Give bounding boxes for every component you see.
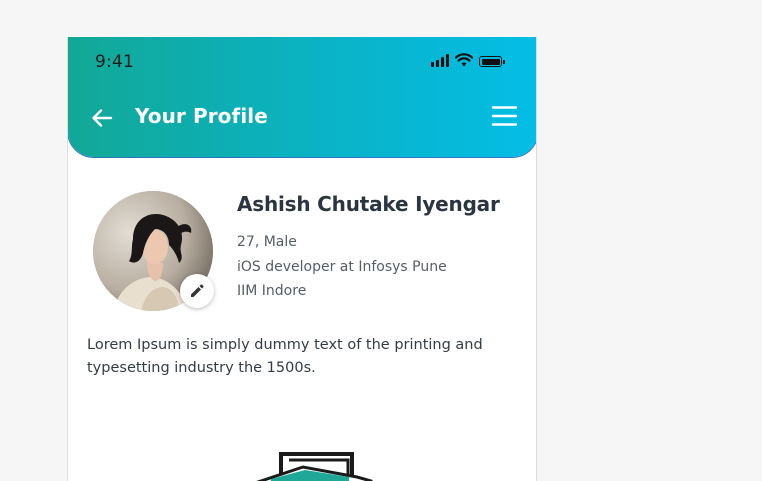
- app-header: 9:41 Your Profile: [68, 37, 536, 157]
- profile-name: Ashish Chutake Iyengar: [237, 192, 500, 216]
- arrow-left-icon[interactable]: [90, 106, 114, 130]
- profile-occupation: iOS developer at Infosys Pune: [237, 259, 447, 275]
- status-icons: [431, 53, 505, 67]
- pencil-icon: [191, 284, 204, 297]
- avatar-container: [93, 191, 214, 311]
- status-time: 9:41: [95, 52, 134, 72]
- hamburger-menu-icon[interactable]: [491, 105, 518, 127]
- edit-avatar-button[interactable]: [180, 274, 214, 308]
- profile-bio: Lorem Ipsum is simply dummy text of the …: [87, 337, 483, 376]
- illustration-image: [256, 452, 373, 481]
- wifi-icon: [455, 53, 473, 67]
- profile-age-gender: 27, Male: [237, 234, 297, 250]
- phone-screen: 9:41 Your Profile Ashish Chutake Iyengar…: [67, 37, 537, 481]
- profile-education: IIM Indore: [237, 283, 307, 299]
- signal-icon: [431, 54, 449, 67]
- page-title: Your Profile: [135, 104, 268, 128]
- battery-icon: [479, 56, 505, 67]
